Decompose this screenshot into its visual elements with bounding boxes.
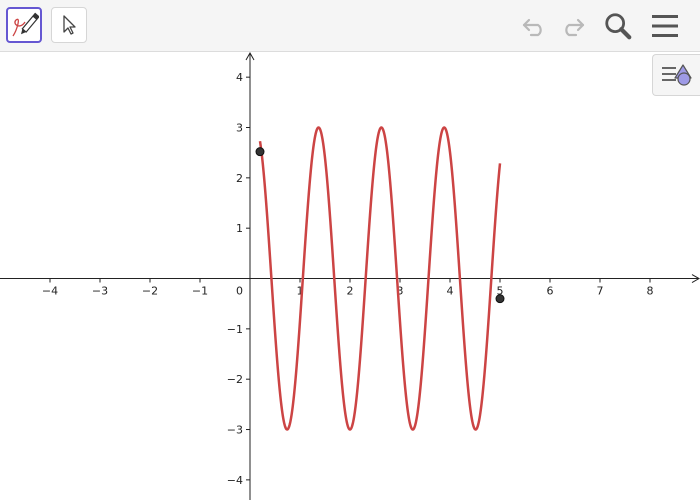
x-tick-label: −3 [92, 285, 108, 298]
y-tick-label: 3 [236, 122, 243, 135]
x-tick-label: 2 [347, 285, 354, 298]
toolbar [0, 0, 700, 52]
undo-button[interactable] [520, 11, 550, 41]
redo-button[interactable] [557, 11, 587, 41]
undo-icon [522, 18, 542, 37]
graphics-view[interactable]: −4 −3 −2 −1 1 2 3 4 5 6 7 8 −4 −3 −2 −1 1 2 3 4 0 [0, 52, 700, 500]
x-tick-label: 7 [597, 285, 604, 298]
style-bar-toggle-icon [661, 64, 692, 86]
x-tick-label: 6 [547, 285, 554, 298]
origin-label: 0 [236, 285, 243, 298]
y-tick-label: −3 [227, 424, 243, 437]
start-point[interactable] [255, 147, 265, 157]
y-tick-label: 1 [236, 222, 243, 235]
style-bar-toggle[interactable] [652, 54, 700, 96]
x-tick-label: 4 [447, 285, 454, 298]
x-tick-label: −4 [42, 285, 58, 298]
search-button[interactable] [603, 11, 633, 41]
y-tick-label: −2 [227, 373, 243, 386]
redo-icon [565, 18, 585, 37]
graph-canvas[interactable]: −4 −3 −2 −1 1 2 3 4 5 6 7 8−4−3−2−112340 [0, 52, 700, 500]
y-tick-label: −1 [227, 323, 243, 336]
points-layer [255, 147, 505, 304]
cursor-arrow-icon [63, 15, 76, 35]
x-tick-label: 8 [647, 285, 654, 298]
x-tick-label: −2 [142, 285, 158, 298]
move-tool-button[interactable] [51, 7, 87, 43]
pen-tool-button[interactable] [6, 7, 42, 43]
x-tick-label: −1 [192, 285, 208, 298]
end-point[interactable] [495, 294, 505, 304]
y-tick-label: 4 [236, 71, 243, 84]
main-menu-button[interactable] [650, 11, 680, 41]
hamburger-menu-icon [652, 15, 678, 37]
y-tick-label: 2 [236, 172, 243, 185]
search-icon [605, 13, 632, 40]
axes [0, 52, 700, 500]
y-tick-label: −4 [227, 474, 243, 487]
pen-icon [12, 12, 39, 37]
